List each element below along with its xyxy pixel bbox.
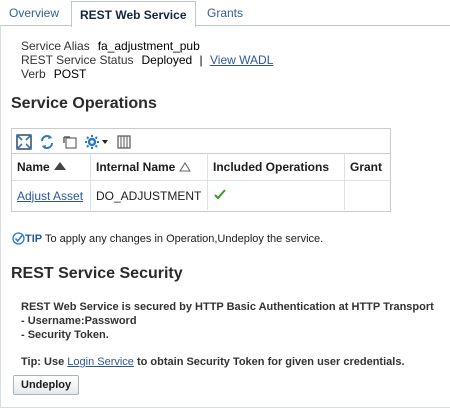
column-header-included-operations[interactable]: Included Operations	[207, 153, 345, 181]
cell-name: Adjust Asset	[12, 180, 91, 210]
security-tip-suffix: to obtain Security Token for given user …	[133, 356, 405, 368]
tab-grants[interactable]: Grants	[207, 0, 243, 25]
tip-icon	[12, 232, 25, 248]
column-header-name[interactable]: Name	[12, 153, 91, 181]
service-alias-value: fa_adjustment_pub	[97, 39, 200, 53]
operations-tip: TIP To apply any changes in Operation,Un…	[12, 232, 323, 248]
security-tip-prefix: Tip: Use	[21, 356, 68, 368]
column-name-label: Name	[17, 160, 50, 174]
service-alias-row: Service Alias fa_adjustment_pub	[21, 39, 200, 53]
verb-value: POST	[53, 67, 87, 81]
view-wadl-link[interactable]: View WADL	[210, 53, 273, 67]
service-status-value: Deployed	[141, 53, 193, 67]
tab-rest-web-service[interactable]: REST Web Service	[71, 1, 196, 27]
verb-label: Verb	[21, 67, 46, 81]
service-operations-heading: Service Operations	[11, 95, 157, 112]
service-alias-label: Service Alias	[21, 39, 90, 53]
operations-header-row: Name Internal Name Included Operations G…	[12, 153, 390, 181]
undeploy-button[interactable]: Undeploy	[13, 375, 80, 395]
checkmark-icon	[213, 189, 227, 204]
security-tip: Tip: Use Login Service to obtain Securit…	[21, 356, 405, 368]
login-service-link[interactable]: Login Service	[67, 356, 134, 368]
columns-icon[interactable]	[115, 133, 133, 151]
operations-table-panel: Name Internal Name Included Operations G…	[11, 128, 391, 212]
tip-text: To apply any changes in Operation,Undepl…	[42, 233, 324, 245]
column-header-grant[interactable]: Grant	[344, 153, 390, 181]
content-panel	[0, 25, 450, 408]
detach-icon[interactable]	[15, 133, 33, 151]
sort-ascending-icon[interactable]	[53, 162, 66, 170]
column-header-internal-name[interactable]: Internal Name	[90, 153, 208, 181]
cell-grant	[344, 180, 390, 210]
security-line-3: - Security Token.	[21, 329, 109, 341]
rest-service-security-heading: REST Service Security	[11, 265, 183, 282]
operations-table: Name Internal Name Included Operations G…	[12, 153, 390, 210]
tab-overview[interactable]: Overview	[9, 0, 59, 25]
revert-icon[interactable]	[61, 133, 79, 151]
refresh-icon[interactable]	[38, 133, 56, 151]
sort-ascending-hollow-icon[interactable]	[179, 161, 192, 175]
adjust-asset-link[interactable]: Adjust Asset	[17, 189, 83, 203]
security-line-2: - Username:Password	[21, 315, 137, 327]
tab-bar: Overview REST Web Service Grants	[0, 0, 450, 27]
cell-internal-name: DO_ADJUSTMENT	[90, 180, 208, 210]
column-internal-name-label: Internal Name	[96, 159, 176, 174]
table-toolbar	[15, 133, 138, 151]
table-row: Adjust Asset DO_ADJUSTMENT	[12, 180, 390, 210]
cell-included	[207, 180, 345, 210]
service-status-row: REST Service Status Deployed | View WADL	[21, 53, 273, 67]
security-line-1: REST Web Service is secured by HTTP Basi…	[21, 301, 434, 313]
verb-row: Verb POST	[21, 67, 86, 81]
status-separator: |	[199, 53, 203, 67]
tip-label: TIP	[25, 233, 43, 245]
settings-menu-icon[interactable]	[84, 133, 110, 151]
service-status-label: REST Service Status	[21, 53, 134, 67]
